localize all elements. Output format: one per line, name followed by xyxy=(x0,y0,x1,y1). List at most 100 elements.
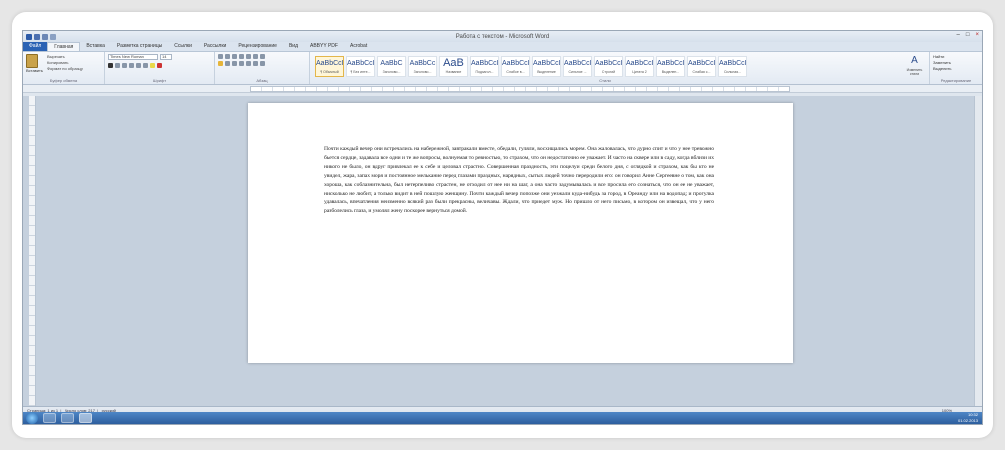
style-sample: AaBbCcI xyxy=(657,60,685,67)
style-sample: AaBbCcI xyxy=(626,60,654,67)
style-item[interactable]: AaBbCcI Выделение xyxy=(532,56,561,77)
change-styles-button[interactable]: A Изменить стили xyxy=(900,52,930,84)
borders-icon[interactable] xyxy=(260,61,265,66)
style-sample: AaBbCcI xyxy=(347,60,375,67)
show-marks-icon[interactable] xyxy=(260,54,265,59)
style-item[interactable]: AaBbCcI Сильная... xyxy=(718,56,747,77)
tab-abbyy[interactable]: ABBYY PDF xyxy=(304,42,344,51)
tab-insert[interactable]: Вставка xyxy=(80,42,111,51)
style-item[interactable]: AaBbCcI Цитата 2 xyxy=(625,56,654,77)
style-item[interactable]: AaBbCcI Сильное ... xyxy=(563,56,592,77)
strikethrough-icon[interactable] xyxy=(129,63,134,68)
style-item[interactable]: AaBbCcI ¶ Обычный xyxy=(315,56,344,77)
vertical-scrollbar[interactable] xyxy=(974,96,982,406)
highlight-icon[interactable] xyxy=(150,63,155,68)
shading-icon[interactable] xyxy=(253,61,258,66)
media-player-taskbar-icon[interactable] xyxy=(61,413,74,423)
font-color-icon[interactable] xyxy=(157,63,162,68)
select-button[interactable]: Выделить xyxy=(933,66,979,72)
minimize-button[interactable]: – xyxy=(957,32,960,38)
numbering-icon[interactable] xyxy=(225,54,230,59)
style-item[interactable]: AaBbCcI Слабое в... xyxy=(501,56,530,77)
style-item[interactable]: AaBbCcI Выделен... xyxy=(656,56,685,77)
explorer-taskbar-icon[interactable] xyxy=(43,413,56,423)
style-name: ¶ Без инте... xyxy=(350,70,371,74)
bold-icon[interactable] xyxy=(108,63,113,68)
ribbon-tabs: Файл Главная Вставка Разметка страницы С… xyxy=(23,42,982,52)
editing-group-label: Редактирование xyxy=(940,78,972,83)
line-spacing-icon[interactable] xyxy=(246,61,251,66)
align-left-icon[interactable] xyxy=(218,61,223,66)
style-name: Сильное ... xyxy=(568,70,587,74)
increase-indent-icon[interactable] xyxy=(246,54,251,59)
document-area: Почти каждый вечер они встречались на на… xyxy=(23,96,982,406)
horizontal-ruler[interactable] xyxy=(23,85,982,93)
style-name: Цитата 2 xyxy=(632,70,647,74)
style-item[interactable]: AaBbCcI ¶ Без инте... xyxy=(346,56,375,77)
style-item[interactable]: AaB Название xyxy=(439,56,468,77)
style-sample: AaBbCcI xyxy=(719,60,747,67)
start-button-icon[interactable] xyxy=(26,412,38,424)
font-size-select[interactable]: 14 xyxy=(160,54,172,60)
font-name-select[interactable]: Times New Roman xyxy=(108,54,158,60)
clock-date: 01.02.2013 xyxy=(957,418,978,423)
tab-page-layout[interactable]: Разметка страницы xyxy=(111,42,168,51)
style-name: Слабое в... xyxy=(506,70,525,74)
style-sample: AaBbCcI xyxy=(316,60,344,67)
paste-icon xyxy=(26,54,38,68)
italic-icon[interactable] xyxy=(115,63,120,68)
close-button[interactable]: × xyxy=(975,32,979,38)
sort-icon[interactable] xyxy=(253,54,258,59)
superscript-icon[interactable] xyxy=(143,63,148,68)
editing-group: Найти Заменить Выделить Редактирование xyxy=(930,52,982,84)
document-text[interactable]: Почти каждый вечер они встречались на на… xyxy=(324,145,714,216)
style-item[interactable]: AaBbC Заголово... xyxy=(377,56,406,77)
word-taskbar-icon[interactable] xyxy=(79,413,92,423)
style-sample: AaBbC xyxy=(380,60,403,67)
style-sample: AaBbCcI xyxy=(564,60,592,67)
windows-taskbar: 10:32 01.02.2013 xyxy=(23,412,982,424)
style-sample: AaBbCcI xyxy=(471,60,499,67)
word-window: Работа с текстом - Microsoft Word – □ × … xyxy=(22,30,983,425)
document-paragraph[interactable]: Почти каждый вечер они встречались на на… xyxy=(324,145,714,216)
tab-home[interactable]: Главная xyxy=(47,42,81,51)
tab-references[interactable]: Ссылки xyxy=(168,42,198,51)
style-item[interactable]: AaBbCc Заголово... xyxy=(408,56,437,77)
maximize-button[interactable]: □ xyxy=(966,32,970,38)
style-item[interactable]: AaBbCcI Подзагол... xyxy=(470,56,499,77)
decrease-indent-icon[interactable] xyxy=(239,54,244,59)
font-group-label: Шрифт xyxy=(152,78,167,83)
style-name: Сильная... xyxy=(723,70,742,74)
underline-icon[interactable] xyxy=(122,63,127,68)
paste-button[interactable]: Вставить xyxy=(26,54,43,73)
style-name: Строгий xyxy=(601,70,616,74)
taskbar-clock[interactable]: 10:32 01.02.2013 xyxy=(958,412,978,424)
multilevel-list-icon[interactable] xyxy=(232,54,237,59)
bullets-icon[interactable] xyxy=(218,54,223,59)
tab-mailings[interactable]: Рассылки xyxy=(198,42,232,51)
style-sample: AaB xyxy=(443,57,464,69)
tab-file[interactable]: Файл xyxy=(23,42,48,51)
tab-review[interactable]: Рецензирование xyxy=(232,42,283,51)
align-right-icon[interactable] xyxy=(232,61,237,66)
subscript-icon[interactable] xyxy=(136,63,141,68)
style-sample: AaBbCcI xyxy=(502,60,530,67)
style-name: Подзагол... xyxy=(475,70,494,74)
justify-icon[interactable] xyxy=(239,61,244,66)
style-item[interactable]: AaBbCcI Слабая с... xyxy=(687,56,716,77)
change-styles-icon: A xyxy=(911,55,918,66)
style-name: Заголово... xyxy=(382,70,401,74)
style-name: Выделение xyxy=(537,70,556,74)
title-bar: Работа с текстом - Microsoft Word – □ × xyxy=(23,31,982,42)
tab-acrobat[interactable]: Acrobat xyxy=(344,42,373,51)
clipboard-group-label: Буфер обмена xyxy=(49,78,78,83)
styles-gallery: AaBbCcI ¶ Обычный AaBbCcI ¶ Без инте... AaBb… xyxy=(313,54,897,79)
window-controls: – □ × xyxy=(957,32,979,38)
tab-view[interactable]: Вид xyxy=(283,42,304,51)
align-center-icon[interactable] xyxy=(225,61,230,66)
styles-group-label: Стили xyxy=(599,78,611,83)
document-page[interactable]: Почти каждый вечер они встречались на на… xyxy=(248,103,793,363)
format-painter-button[interactable]: Формат по образцу xyxy=(47,66,83,72)
vertical-ruler[interactable] xyxy=(29,96,36,406)
style-item[interactable]: AaBbCcI Строгий xyxy=(594,56,623,77)
